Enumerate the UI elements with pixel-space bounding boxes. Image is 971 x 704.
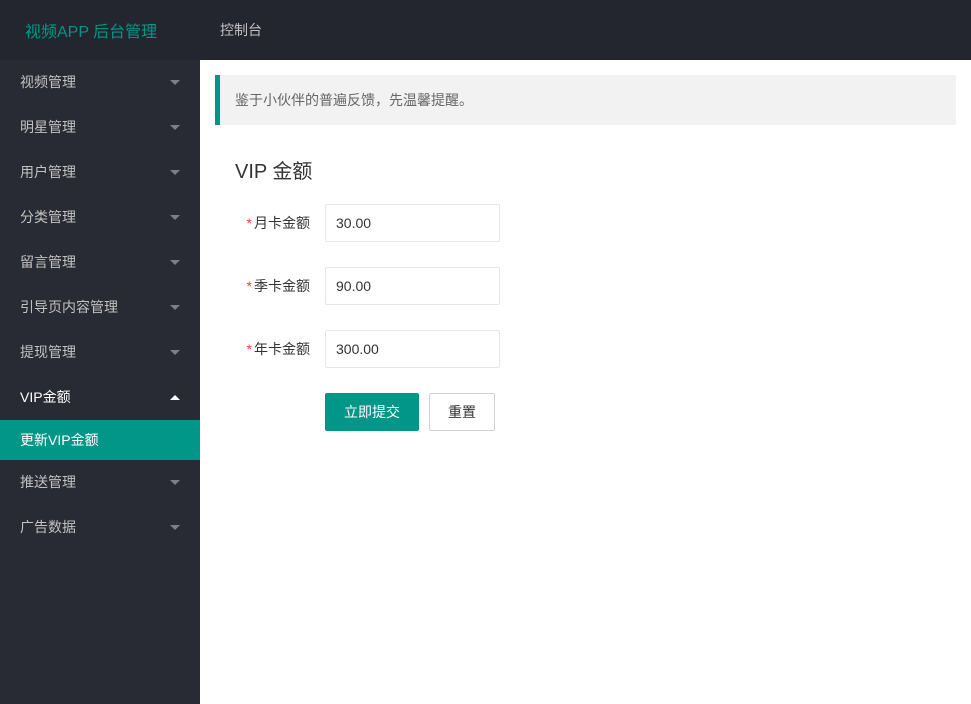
sidebar-item-vip[interactable]: VIP金额 xyxy=(0,375,200,420)
sidebar-item-label: 提现管理 xyxy=(20,330,76,375)
notice-banner: 鉴于小伙伴的普遍反馈，先温馨提醒。 xyxy=(215,75,956,125)
form-row-quarter: *季卡金额 xyxy=(235,267,956,305)
sidebar-item-guide[interactable]: 引导页内容管理 xyxy=(0,285,200,330)
input-year-amount[interactable] xyxy=(325,330,500,368)
label-quarter: *季卡金额 xyxy=(235,276,325,296)
sidebar: 视频管理 明星管理 用户管理 分类管理 留言管理 引导页内容管理 提现管理 V xyxy=(0,60,200,704)
form-legend: VIP 金额 xyxy=(235,145,312,204)
top-header: 视频APP 后台管理 控制台 xyxy=(0,0,971,60)
form-actions: 立即提交 重置 xyxy=(325,393,956,431)
vip-form-fieldset: VIP 金额 *月卡金额 *季卡金额 *年卡金额 立即提 xyxy=(235,145,956,431)
chevron-up-icon xyxy=(170,395,180,400)
sidebar-item-comment[interactable]: 留言管理 xyxy=(0,240,200,285)
sidebar-item-label: 广告数据 xyxy=(20,505,76,550)
chevron-down-icon xyxy=(170,480,180,485)
sidebar-submenu-vip: 更新VIP金额 xyxy=(0,420,200,460)
required-mark: * xyxy=(247,278,252,294)
label-text: 月卡金额 xyxy=(254,215,310,231)
input-month-amount[interactable] xyxy=(325,204,500,242)
sidebar-item-label: 留言管理 xyxy=(20,240,76,285)
sidebar-item-star[interactable]: 明星管理 xyxy=(0,105,200,150)
nav-console[interactable]: 控制台 xyxy=(200,0,282,60)
sidebar-item-vip-update[interactable]: 更新VIP金额 xyxy=(0,420,200,460)
sidebar-item-push[interactable]: 推送管理 xyxy=(0,460,200,505)
required-mark: * xyxy=(247,215,252,231)
sidebar-item-label: 用户管理 xyxy=(20,150,76,195)
label-month: *月卡金额 xyxy=(235,213,325,233)
chevron-down-icon xyxy=(170,525,180,530)
submit-button[interactable]: 立即提交 xyxy=(325,393,419,431)
chevron-down-icon xyxy=(170,80,180,85)
sidebar-item-category[interactable]: 分类管理 xyxy=(0,195,200,240)
required-mark: * xyxy=(247,341,252,357)
sidebar-item-label: VIP金额 xyxy=(20,375,71,420)
sidebar-item-label: 推送管理 xyxy=(20,460,76,505)
chevron-down-icon xyxy=(170,305,180,310)
form-row-year: *年卡金额 xyxy=(235,330,956,368)
sidebar-item-label: 引导页内容管理 xyxy=(20,285,118,330)
chevron-down-icon xyxy=(170,215,180,220)
label-year: *年卡金额 xyxy=(235,339,325,359)
header-nav: 控制台 xyxy=(200,0,282,60)
chevron-down-icon xyxy=(170,260,180,265)
sidebar-item-label: 视频管理 xyxy=(20,60,76,105)
chevron-down-icon xyxy=(170,350,180,355)
main-content: 鉴于小伙伴的普遍反馈，先温馨提醒。 VIP 金额 *月卡金额 *季卡金额 *年卡… xyxy=(200,60,971,704)
chevron-down-icon xyxy=(170,125,180,130)
main-layout: 视频管理 明星管理 用户管理 分类管理 留言管理 引导页内容管理 提现管理 V xyxy=(0,60,971,704)
sidebar-item-label: 更新VIP金额 xyxy=(20,420,99,460)
form-row-month: *月卡金额 xyxy=(235,204,956,242)
sidebar-item-video[interactable]: 视频管理 xyxy=(0,60,200,105)
input-quarter-amount[interactable] xyxy=(325,267,500,305)
sidebar-item-user[interactable]: 用户管理 xyxy=(0,150,200,195)
sidebar-item-label: 分类管理 xyxy=(20,195,76,240)
label-text: 季卡金额 xyxy=(254,278,310,294)
sidebar-item-withdraw[interactable]: 提现管理 xyxy=(0,330,200,375)
sidebar-item-label: 明星管理 xyxy=(20,105,76,150)
reset-button[interactable]: 重置 xyxy=(429,393,495,431)
chevron-down-icon xyxy=(170,170,180,175)
sidebar-item-ads[interactable]: 广告数据 xyxy=(0,505,200,550)
app-logo: 视频APP 后台管理 xyxy=(0,18,200,42)
label-text: 年卡金额 xyxy=(254,341,310,357)
